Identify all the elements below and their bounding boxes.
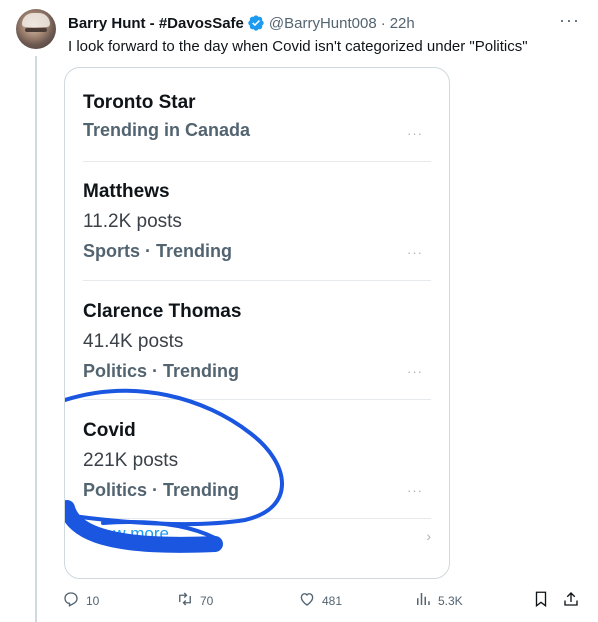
trend-category: Sports · Trending xyxy=(83,241,233,261)
reply-count: 10 xyxy=(86,593,100,608)
trend-title: Clarence Thomas xyxy=(83,301,242,322)
author-avatar[interactable] xyxy=(16,9,56,49)
trend-title: Toronto Star xyxy=(83,92,196,113)
trend-title: Covid xyxy=(83,420,136,441)
repost-icon xyxy=(176,590,200,611)
trend-item: Clarence Thomas 41.4K posts Politics · T… xyxy=(83,301,413,382)
reply-button[interactable]: 10 xyxy=(62,590,99,611)
verified-badge-icon xyxy=(247,14,265,32)
bookmark-button[interactable] xyxy=(532,590,556,611)
trend-post-count: 221K posts xyxy=(83,450,179,471)
trend-post-count: 41.4K posts xyxy=(83,331,184,352)
trend-more-icon: ··· xyxy=(407,245,423,260)
trend-more-icon: ··· xyxy=(407,483,423,498)
like-button[interactable]: 481 xyxy=(298,590,342,611)
reply-icon xyxy=(62,590,86,611)
chevron-right-icon: › xyxy=(426,528,431,544)
trend-post-count: 11.2K posts xyxy=(83,211,182,232)
trend-item: Covid 221K posts Politics · Trending xyxy=(83,420,413,501)
trend-item: Toronto Star Trending in Canada xyxy=(83,92,413,141)
avatar-hair xyxy=(22,13,50,27)
views-icon xyxy=(414,590,438,611)
trend-category: Politics · Trending xyxy=(83,361,240,381)
share-icon xyxy=(562,590,586,611)
repost-count: 70 xyxy=(200,593,214,608)
tweet-actions-bar: 10 70 481 5.3K xyxy=(62,590,582,612)
trend-more-icon: ··· xyxy=(407,126,423,141)
trend-title: Matthews xyxy=(83,181,170,202)
thread-line xyxy=(35,56,37,622)
trend-item: Matthews 11.2K posts Sports · Trending xyxy=(83,181,413,262)
views-button[interactable]: 5.3K xyxy=(414,590,463,611)
trend-category: Politics · Trending xyxy=(83,480,240,500)
show-more-link: Show more xyxy=(83,524,169,543)
avatar-glasses xyxy=(25,28,47,32)
header-separator: · xyxy=(380,14,386,32)
author-name[interactable]: Barry Hunt - #DavosSafe xyxy=(68,15,244,32)
tweet-text: I look forward to the day when Covid isn… xyxy=(68,38,528,55)
trend-divider xyxy=(83,399,431,400)
trending-screenshot-image[interactable]: Toronto Star Trending in Canada ··· Matt… xyxy=(64,67,450,579)
trend-divider xyxy=(83,161,431,162)
like-count: 481 xyxy=(322,593,343,608)
heart-icon xyxy=(298,590,322,611)
bookmark-icon xyxy=(532,590,556,611)
share-button[interactable] xyxy=(562,590,586,611)
trend-more-icon: ··· xyxy=(407,364,423,379)
more-options-icon[interactable]: ··· xyxy=(559,10,580,31)
views-count: 5.3K xyxy=(438,593,463,608)
tweet-header: Barry Hunt - #DavosSafe @BarryHunt008 · … xyxy=(68,13,415,33)
trend-divider xyxy=(83,280,431,281)
author-handle[interactable]: @BarryHunt008 xyxy=(269,15,377,32)
trend-category: Trending in Canada xyxy=(83,120,251,140)
tweet-timestamp[interactable]: 22h xyxy=(390,15,415,32)
repost-button[interactable]: 70 xyxy=(176,590,213,611)
trend-divider xyxy=(83,518,431,519)
